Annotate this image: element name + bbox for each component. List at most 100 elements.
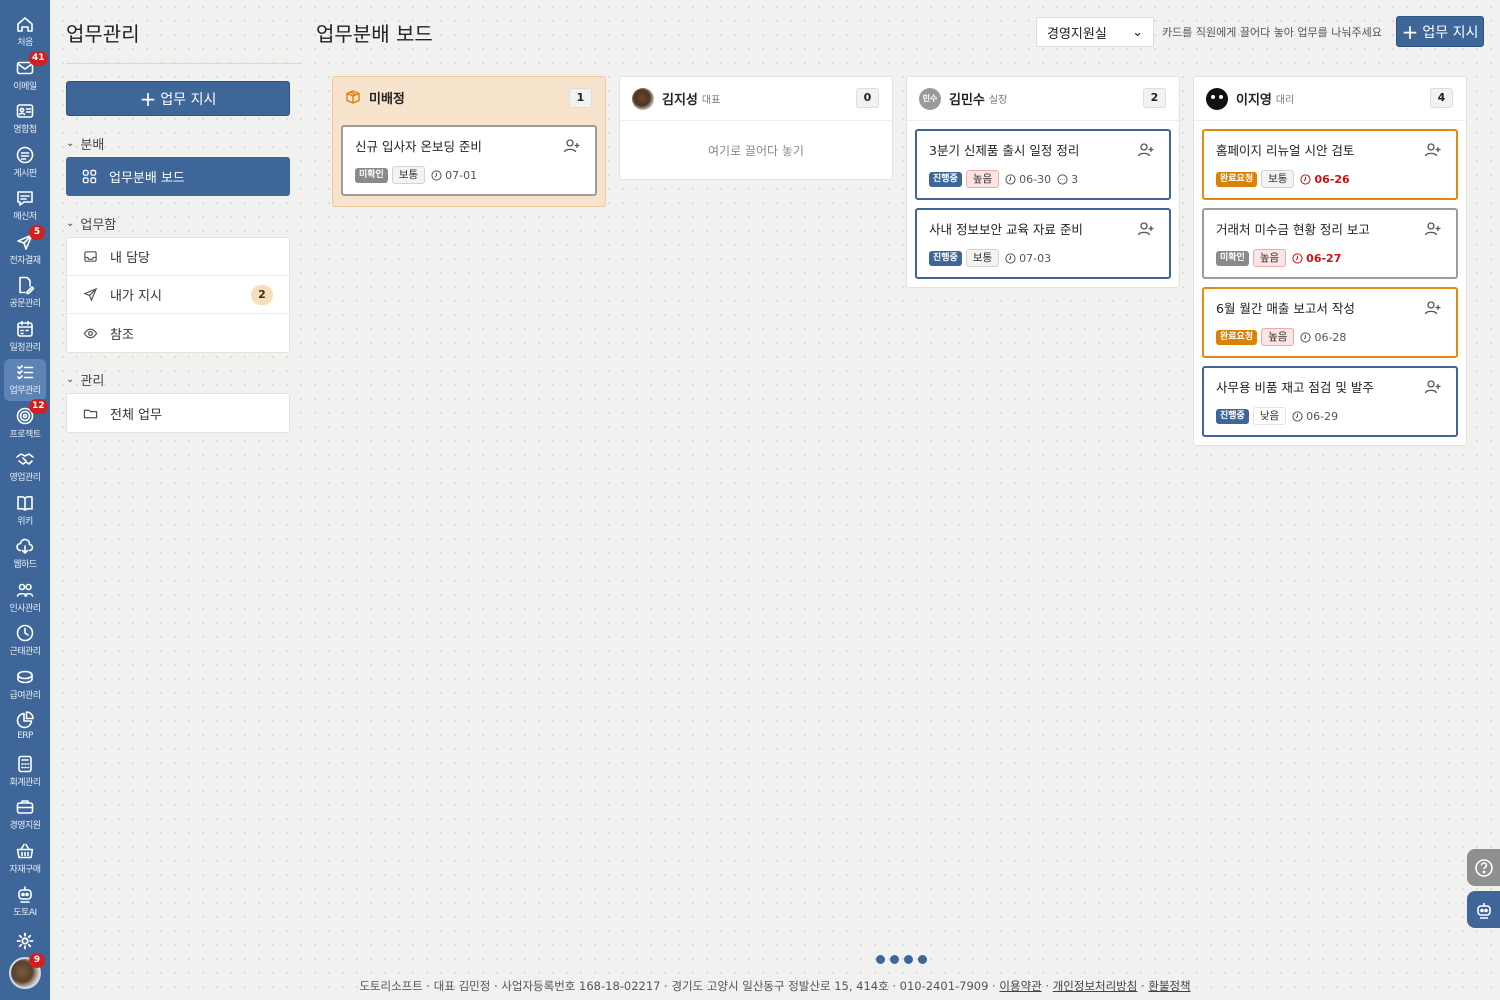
nav-my-tasks[interactable]: 내 담당: [67, 238, 289, 276]
assign-person-icon[interactable]: [1424, 220, 1442, 238]
task-card[interactable]: 신규 입사자 온보딩 준비 미확인 보통 07-01: [341, 125, 597, 196]
rail-item-8[interactable]: 일정관리: [0, 316, 50, 358]
home-icon: [17, 17, 33, 32]
task-count-badge: 2: [1143, 88, 1166, 108]
department-value: 경영지원실: [1047, 26, 1107, 42]
avatar: [1206, 87, 1228, 110]
rail-item-15[interactable]: 근태관리: [0, 620, 50, 662]
status-badge: 진행중: [1216, 408, 1249, 424]
clock-icon: [1005, 173, 1016, 185]
task-title: 6월 월간 매출 보고서 작성: [1216, 301, 1355, 316]
section-label: 관리: [80, 374, 105, 389]
clock-icon: [1300, 331, 1312, 343]
avatar: 민수: [919, 87, 941, 110]
footer: 도토리소프트 · 대표 김민정 · 사업자등록번호 168-18-02217 ·…: [359, 979, 1191, 993]
rail-item-13[interactable]: 웹하드: [0, 533, 50, 575]
task-card[interactable]: 6월 월간 매출 보고서 작성 완료요청 높음 06-28: [1202, 287, 1458, 358]
section-manage[interactable]: ⌄ 관리: [66, 370, 104, 389]
app-rail: 처음 이메일 41 명함첩 게시판 메신저 전자결재 5 공문관리 일정관리 업무관…: [0, 0, 50, 1000]
inbox-list: 내 담당 내가 지시 2 참조: [66, 237, 290, 353]
rail-label: 일정관리: [9, 342, 41, 353]
due-date: 07-01: [431, 169, 477, 182]
department-select[interactable]: 경영지원실 ⌄: [1036, 17, 1154, 47]
status-badge: 완료요청: [1216, 329, 1258, 345]
rail-item-9[interactable]: 업무관리: [4, 359, 46, 401]
task-card[interactable]: 3분기 신제품 출시 일정 정리 진행중 높음 06-30 3: [915, 129, 1171, 200]
new-task-label: 업무 지시: [160, 91, 217, 108]
rail-item-16[interactable]: 급여관리: [0, 664, 50, 706]
section-distribute[interactable]: ⌄ 분배: [66, 134, 104, 153]
help-button[interactable]: [1467, 849, 1500, 886]
rail-item-7[interactable]: 공문관리: [0, 272, 50, 314]
rail-item-2[interactable]: 이메일 41: [0, 50, 50, 97]
due-date: 06-26: [1300, 173, 1350, 186]
nav-assigned-by-me[interactable]: 내가 지시 2: [67, 276, 289, 314]
rail-item-10[interactable]: 프로젝트 12: [0, 398, 50, 445]
column-unassigned[interactable]: 미배정 1 신규 입사자 온보딩 준비 미확인 보통 07-01: [332, 76, 606, 207]
priority-badge: 보통: [1261, 170, 1295, 188]
assign-person-icon[interactable]: [1424, 378, 1442, 396]
rail-item-5[interactable]: 메신저: [0, 185, 50, 227]
rail-item-3[interactable]: 명함첩: [0, 98, 50, 140]
robot-icon: [18, 886, 32, 903]
page-indicator: [876, 955, 927, 964]
assign-person-icon[interactable]: [1137, 141, 1155, 159]
rail-label: 영업관리: [9, 473, 41, 483]
task-card[interactable]: 홈페이지 리뉴얼 시안 검토 완료요청 보통 06-26: [1202, 129, 1458, 200]
assign-person-icon[interactable]: [563, 137, 581, 155]
assign-person-icon[interactable]: [1137, 220, 1155, 238]
nav-label: 내 담당: [110, 251, 151, 266]
task-card[interactable]: 거래처 미수금 현황 정리 보고 미확인 높음 06-27: [1202, 208, 1458, 279]
handshake-icon: [16, 453, 34, 465]
plus-icon: +: [1401, 19, 1419, 44]
new-task-button[interactable]: + 업무 지시: [66, 81, 290, 116]
task-card[interactable]: 사무용 비품 재고 점검 및 발주 진행중 낮음 06-29: [1202, 366, 1458, 437]
task-meta: 진행중 보통 07-03: [929, 249, 1051, 267]
rail-item-17[interactable]: ERP: [0, 707, 50, 749]
nav-all-tasks[interactable]: 전체 업무: [67, 394, 289, 432]
rail-item-20[interactable]: 자재구매: [0, 838, 50, 880]
due-date: 06-27: [1292, 252, 1341, 265]
rail-item-12[interactable]: 위키: [0, 490, 50, 532]
drop-zone[interactable]: 여기로 끌어다 놓기: [620, 121, 892, 179]
column-employee[interactable]: 이지영 대리 4 홈페이지 리뉴얼 시안 검토 완료요청 보통 06-26 거래…: [1193, 76, 1467, 446]
divider: [66, 63, 300, 64]
drag-hint: 카드를 직원에게 끌어다 놓아 업무를 나눠주세요: [1162, 26, 1382, 39]
nav-label: 참조: [110, 327, 134, 343]
status-badge: 완료요청: [1216, 171, 1258, 187]
assign-person-icon[interactable]: [1424, 141, 1442, 159]
rail-label: 경영지원: [9, 821, 41, 831]
refund-link[interactable]: 환불정책: [1148, 979, 1190, 993]
nav-cc[interactable]: 참조: [67, 314, 289, 352]
notification-badge: 9: [29, 953, 45, 968]
header-new-task-button[interactable]: + 업무 지시: [1396, 16, 1484, 47]
page-title: 업무분배 보드: [316, 22, 433, 46]
assign-person-icon[interactable]: [1424, 299, 1442, 317]
grid-icon: [82, 169, 97, 184]
column-employee[interactable]: 김지성 대표 0 여기로 끌어다 놓기: [619, 76, 893, 180]
rail-item-19[interactable]: 경영지원: [0, 794, 50, 836]
column-header: 김지성 대표 0: [620, 77, 892, 121]
task-title: 사내 정보보안 교육 자료 준비: [929, 222, 1083, 237]
column-employee[interactable]: 민수 김민수 실장 2 3분기 신제품 출시 일정 정리 진행중 높음 06-3…: [906, 76, 1180, 288]
task-title: 사무용 비품 재고 점검 및 발주: [1216, 380, 1374, 395]
privacy-link[interactable]: 개인정보처리방침: [1053, 979, 1138, 993]
rail-item-6[interactable]: 전자결재 5: [0, 224, 50, 271]
task-card[interactable]: 사내 정보보안 교육 자료 준비 진행중 보통 07-03: [915, 208, 1171, 279]
section-inbox[interactable]: ⌄ 업무함: [66, 214, 116, 233]
due-date-value: 07-01: [445, 168, 478, 182]
terms-link[interactable]: 이용약관: [999, 979, 1041, 993]
rail-label: 도토AI: [13, 908, 37, 918]
rail-item-11[interactable]: 영업관리: [0, 446, 50, 488]
folder-icon: [83, 409, 98, 418]
ai-assistant-button[interactable]: [1467, 891, 1500, 928]
notification-badge: 5: [29, 224, 45, 240]
rail-label: 급여관리: [9, 690, 41, 701]
rail-item-18[interactable]: 회계관리: [0, 751, 50, 793]
plus-icon: +: [139, 86, 157, 111]
rail-item-21[interactable]: 도토AI: [0, 881, 50, 923]
rail-item-1[interactable]: 처음: [0, 11, 50, 53]
rail-item-14[interactable]: 인사관리: [0, 577, 50, 619]
rail-item-4[interactable]: 게시판: [0, 142, 50, 184]
nav-distribution-board[interactable]: 업무분배 보드: [66, 157, 290, 196]
